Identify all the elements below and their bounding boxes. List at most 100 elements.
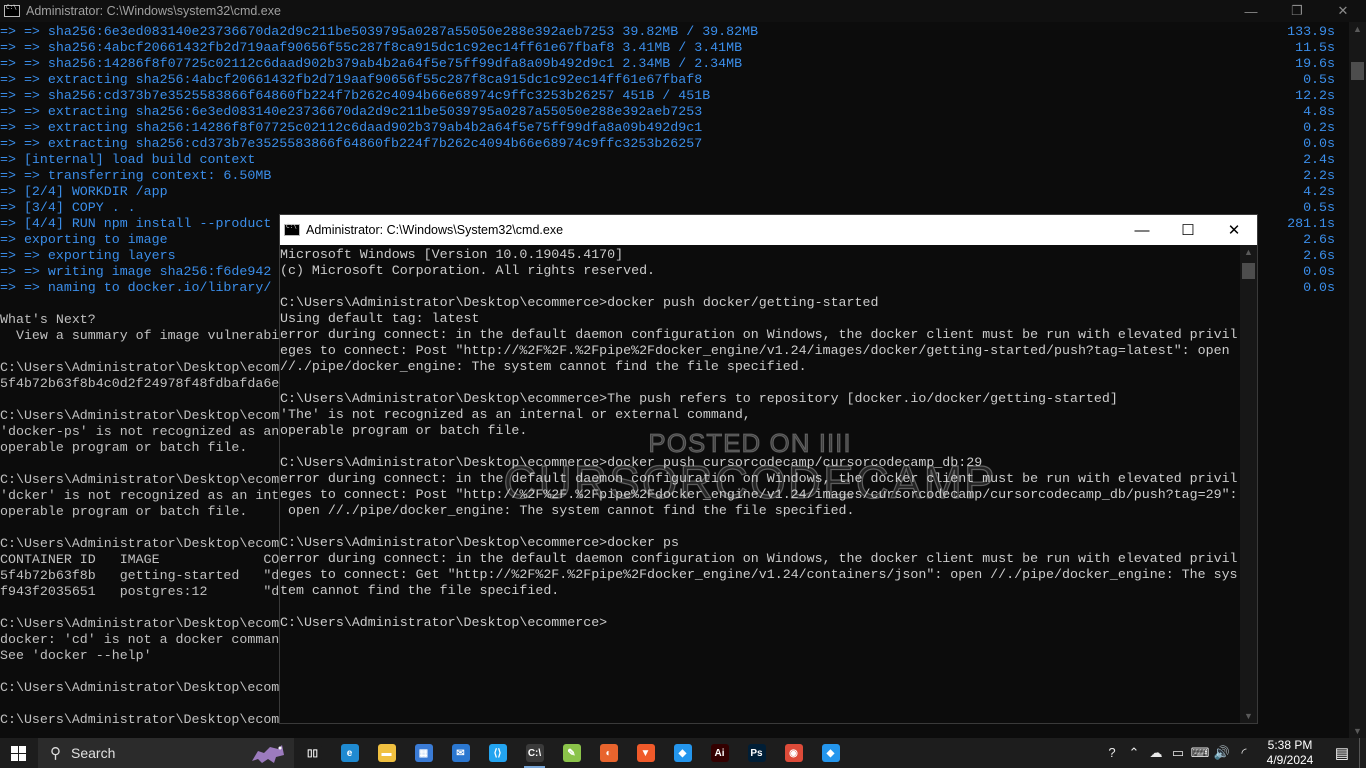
console-line-text: => [internal] load build context	[0, 152, 256, 167]
scroll-down-arrow-icon[interactable]: ▼	[1240, 711, 1257, 721]
close-button[interactable]: ✕	[1211, 215, 1257, 245]
console-line-text: C:\Users\Administrator\Desktop\ecom	[0, 712, 280, 727]
foreground-console-window[interactable]: Administrator: C:\Windows\System32\cmd.e…	[279, 214, 1258, 724]
vscode-icon-glyph: ⟨⟩	[488, 744, 507, 762]
photoshop-icon[interactable]: Ps	[738, 738, 775, 768]
console-line-duration: 4.8s	[1303, 104, 1335, 119]
tray-icons: ? ⌃ ☁ ▭ ⌨ 🔊 ◜	[1101, 745, 1255, 761]
taskbar-clock[interactable]: 5:38 PM 4/9/2024	[1255, 738, 1325, 768]
file-explorer-icon[interactable]: ▬	[368, 738, 405, 768]
console-line-text: => [3/4] COPY . .	[0, 200, 136, 215]
console-line: => => sha256:6e3ed083140e23736670da2d9c2…	[0, 24, 1345, 40]
taskbar-search-box[interactable]: ⚲ Search	[38, 738, 294, 768]
start-button[interactable]	[0, 738, 36, 768]
console-line-text: => => transferring context: 6.50MB	[0, 168, 272, 183]
console-line-text: => => sha256:6e3ed083140e23736670da2d9c2…	[0, 24, 759, 39]
notepad-icon-glyph: ✎	[562, 744, 581, 762]
console-line-duration: 2.6s	[1303, 232, 1335, 247]
edge-icon[interactable]: e	[331, 738, 368, 768]
battery-icon[interactable]: ▭	[1167, 745, 1189, 761]
console-line-duration	[1335, 424, 1345, 440]
brave-icon-glyph: ▼	[636, 744, 655, 762]
console-line-duration	[1335, 504, 1345, 520]
volume-icon[interactable]: 🔊	[1211, 745, 1233, 761]
keyboard-icon[interactable]: ⌨	[1189, 745, 1211, 761]
foreground-console-titlebar[interactable]: Administrator: C:\Windows\System32\cmd.e…	[280, 215, 1257, 245]
microsoft-store-icon[interactable]: ▦	[405, 738, 442, 768]
taskbar: ⚲ Search ▯▯ e ▬ ▦ ✉ ⟨⟩ C:\ ✎ ◐ ▼ ◆ Ai Ps ◉ ◆ ? ⌃ ☁ ▭ ⌨ 🔊 ◜ 5…	[0, 738, 1366, 768]
console-line-text: => => exporting layers	[0, 248, 176, 263]
app-orange-icon[interactable]: ◐	[590, 738, 627, 768]
close-button[interactable]: ✕	[1320, 0, 1366, 22]
docker-desktop-icon[interactable]: ◆	[664, 738, 701, 768]
console-line-duration	[1335, 456, 1345, 472]
console-line: => [internal] load build context 2.4s	[0, 152, 1345, 168]
console-line-duration	[1335, 600, 1345, 616]
console-line-duration: 0.0s	[1303, 280, 1335, 295]
cmd-window-icon	[284, 223, 300, 236]
console-line: => => sha256:cd373b7e3525583866f64860fb2…	[0, 88, 1345, 104]
chrome-icon[interactable]: ◉	[775, 738, 812, 768]
console-line-duration	[1335, 584, 1345, 600]
console-line-text: 5f4b72b63f8b4c0d2f24978f48fdbafda6e	[0, 376, 280, 391]
console-line: => => sha256:4abcf20661432fb2d719aaf9065…	[0, 40, 1345, 56]
show-hidden-icons-icon[interactable]: ⌃	[1123, 745, 1145, 761]
vscode-icon[interactable]: ⟨⟩	[479, 738, 516, 768]
console-line-duration: 4.2s	[1303, 184, 1335, 199]
docker-icon[interactable]: ◆	[812, 738, 849, 768]
console-line-duration: 12.2s	[1295, 88, 1335, 103]
console-line-duration: 133.9s	[1287, 24, 1335, 39]
notification-center-icon[interactable]: ▤	[1325, 744, 1359, 762]
console-line-duration	[1335, 616, 1345, 632]
system-tray: ? ⌃ ☁ ▭ ⌨ 🔊 ◜ 5:38 PM 4/9/2024 ▤	[1101, 738, 1366, 768]
console-line: => => extracting sha256:6e3ed083140e2373…	[0, 104, 1345, 120]
illustrator-icon[interactable]: Ai	[701, 738, 738, 768]
console-line-duration	[1335, 488, 1345, 504]
console-line-text: C:\Users\Administrator\Desktop\ecom	[0, 616, 280, 631]
console-line-duration: 11.5s	[1295, 40, 1335, 55]
scroll-up-arrow-icon[interactable]: ▲	[1349, 24, 1366, 34]
help-icon[interactable]: ?	[1101, 745, 1123, 761]
console-line: C:\Users\Administrator\Desktop\ecommerce…	[280, 391, 1118, 406]
console-line-duration	[1335, 632, 1345, 648]
console-line: //./pipe/docker_engine: The system canno…	[280, 359, 807, 374]
console-line: eges to connect: Post "http://%2F%2F.%2F…	[280, 343, 1230, 358]
search-label: Search	[71, 745, 116, 761]
console-line-duration	[1335, 664, 1345, 680]
background-console-titlebar[interactable]: Administrator: C:\Windows\system32\cmd.e…	[0, 0, 1366, 22]
task-view-icon[interactable]: ▯▯	[294, 738, 331, 768]
mail-icon-glyph: ✉	[451, 744, 470, 762]
windows-logo-icon	[10, 745, 26, 761]
show-desktop-button[interactable]	[1359, 738, 1366, 768]
console-line-duration	[1335, 328, 1345, 344]
console-line-text: C:\Users\Administrator\Desktop\ecom	[0, 536, 280, 551]
brave-icon[interactable]: ▼	[627, 738, 664, 768]
foreground-console-output[interactable]: Microsoft Windows [Version 10.0.19045.41…	[280, 247, 1240, 723]
console-line-text: 'docker-ps' is not recognized as an	[0, 424, 280, 439]
console-line-text: f943f2035651 postgres:12 "d	[0, 584, 280, 599]
chrome-icon-glyph: ◉	[784, 744, 803, 762]
minimize-button[interactable]: —	[1228, 0, 1274, 22]
scrollbar-thumb[interactable]	[1242, 263, 1255, 279]
background-console-scrollbar[interactable]: ▲ ▼	[1349, 22, 1366, 738]
minimize-button[interactable]: —	[1119, 215, 1165, 245]
console-line: error during connect: in the default dae…	[280, 327, 1238, 342]
console-line-duration	[1335, 648, 1345, 664]
restore-button[interactable]: ❐	[1274, 0, 1320, 22]
scrollbar-thumb[interactable]	[1351, 62, 1364, 80]
cmd-icon[interactable]: C:\	[516, 738, 553, 768]
search-highlight-unicorn-icon	[252, 745, 284, 763]
notepad-icon[interactable]: ✎	[553, 738, 590, 768]
console-line: C:\Users\Administrator\Desktop\ecommerce…	[280, 295, 879, 310]
scroll-down-arrow-icon[interactable]: ▼	[1349, 726, 1366, 736]
network-icon[interactable]: ◜	[1233, 745, 1255, 761]
maximize-button[interactable]: ☐	[1165, 215, 1211, 245]
onedrive-icon[interactable]: ☁	[1145, 745, 1167, 761]
foreground-console-scrollbar[interactable]: ▲ ▼	[1240, 245, 1257, 723]
mail-icon[interactable]: ✉	[442, 738, 479, 768]
scroll-up-arrow-icon[interactable]: ▲	[1240, 247, 1257, 257]
console-line-text: => => extracting sha256:cd373b7e35255838…	[0, 136, 703, 151]
console-line-text: See 'docker --help'	[0, 648, 152, 663]
